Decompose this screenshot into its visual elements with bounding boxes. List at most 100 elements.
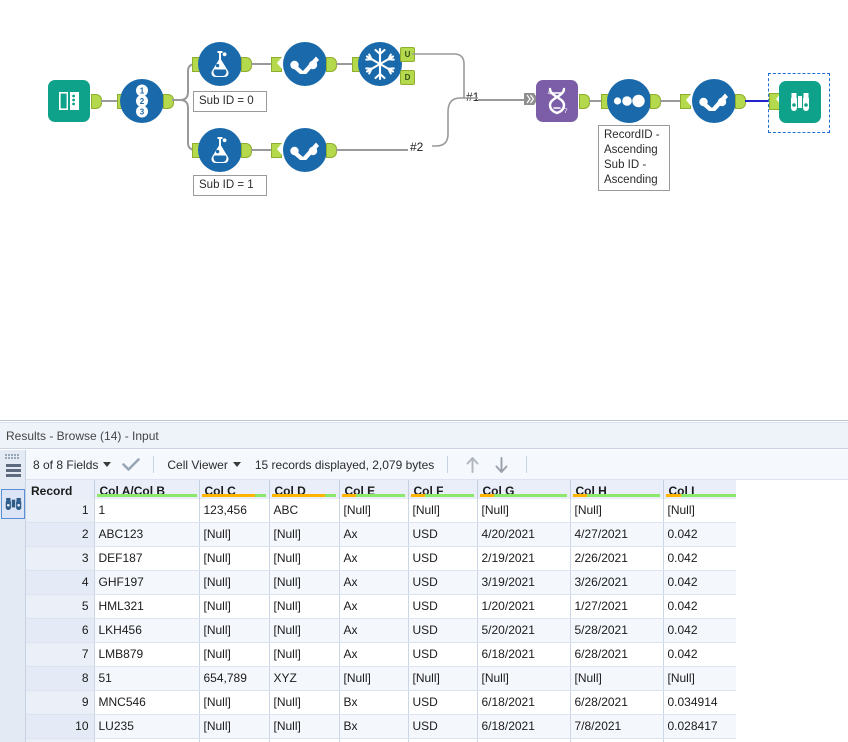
column-header-record[interactable]: Record — [26, 480, 95, 499]
table-cell[interactable]: [Null] — [199, 546, 270, 571]
table-cell[interactable]: [Null] — [570, 499, 664, 523]
table-row[interactable]: 2 ABC123 [Null] [Null] Ax USD 4/20/2021 4/27/20… — [26, 522, 736, 547]
table-cell[interactable]: [Null] — [339, 666, 409, 691]
table-cell[interactable]: LU235 — [94, 714, 200, 739]
table-cell[interactable]: [Null] — [269, 618, 340, 643]
scroll-down-button[interactable] — [487, 456, 516, 474]
table-cell[interactable]: 4/20/2021 — [477, 522, 571, 547]
table-cell[interactable]: 3/26/2021 — [570, 570, 664, 595]
table-cell[interactable]: USD — [408, 546, 478, 571]
anchor-in-select-final[interactable] — [680, 94, 691, 109]
table-cell[interactable]: [Null] — [269, 594, 340, 619]
table-cell[interactable]: [Null] — [269, 714, 340, 739]
table-cell[interactable]: USD — [408, 690, 478, 715]
table-cell[interactable]: USD — [408, 618, 478, 643]
table-cell[interactable]: 2/26/2021 — [570, 546, 664, 571]
table-cell[interactable]: [Null] — [199, 594, 270, 619]
table-cell[interactable]: USD — [408, 570, 478, 595]
tool-formula-bottom[interactable] — [198, 128, 242, 172]
table-cell[interactable]: 6/28/2021 — [570, 642, 664, 667]
table-row[interactable]: 3 DEF187 [Null] [Null] Ax USD 2/19/2021 2/26/20… — [26, 546, 736, 571]
table-cell[interactable]: Ax — [339, 546, 409, 571]
tool-input-data[interactable] — [48, 80, 90, 122]
cell-viewer-dropdown[interactable]: Cell Viewer — [164, 450, 248, 480]
table-cell[interactable]: 0.042 — [663, 618, 736, 643]
table-cell[interactable]: 4/27/2021 — [570, 522, 664, 547]
table-cell[interactable]: [Null] — [199, 618, 270, 643]
table-cell[interactable]: USD — [408, 594, 478, 619]
workflow-canvas[interactable]: 1 2 3 Sub ID = 0 Sub ID = 1 U D #1 #2 4 … — [0, 0, 848, 420]
table-cell[interactable]: Bx — [339, 738, 409, 742]
column-header-col-e[interactable]: Col E — [339, 480, 409, 499]
table-row[interactable]: 8 51 654,789 XYZ [Null] [Null] [Null] [Null] [Nu… — [26, 666, 736, 691]
table-cell[interactable]: 2/19/2021 — [477, 546, 571, 571]
table-cell[interactable]: [Null] — [663, 499, 736, 523]
table-row[interactable]: 7 LMB879 [Null] [Null] Ax USD 6/18/2021 6/28/20… — [26, 642, 736, 667]
anchor-in-select-bottom[interactable] — [271, 143, 282, 158]
table-cell[interactable]: USD — [408, 522, 478, 547]
tool-select-bottom[interactable] — [283, 128, 327, 172]
table-cell[interactable]: 0.042 — [663, 522, 736, 547]
sidebar-list-view-button[interactable] — [1, 456, 25, 486]
table-cell[interactable]: 0.042 — [663, 594, 736, 619]
table-cell[interactable]: [Null] — [269, 642, 340, 667]
column-header-col-c[interactable]: Col C — [199, 480, 270, 499]
column-header-col-d[interactable]: Col D — [269, 480, 340, 499]
table-cell[interactable]: [Null] — [269, 570, 340, 595]
table-cell[interactable]: 1/20/2021 — [477, 594, 571, 619]
table-cell[interactable]: 0.042 — [663, 570, 736, 595]
table-cell[interactable]: 3/19/2021 — [477, 570, 571, 595]
table-cell[interactable]: 0.042 — [663, 546, 736, 571]
table-cell[interactable]: [Null] — [199, 714, 270, 739]
table-cell[interactable]: [Null] — [199, 642, 270, 667]
tool-formula-top[interactable] — [198, 42, 242, 86]
table-cell[interactable]: 51 — [94, 666, 200, 691]
table-cell[interactable]: 6/28/2021 — [570, 690, 664, 715]
table-cell[interactable]: [Null] — [570, 666, 664, 691]
table-cell[interactable]: 0.034914 — [663, 690, 736, 715]
table-cell[interactable]: 5/28/2021 — [570, 618, 664, 643]
table-cell[interactable]: 1 — [94, 499, 200, 523]
scroll-up-button[interactable] — [458, 456, 487, 474]
table-cell[interactable]: 6/28/2021 — [570, 738, 664, 742]
table-cell[interactable]: [Null] — [663, 666, 736, 691]
tool-union[interactable]: 4 7 — [536, 80, 578, 122]
table-cell[interactable]: MNC546 — [94, 690, 200, 715]
table-cell[interactable]: ABC — [269, 499, 340, 523]
table-cell[interactable]: [Null] — [199, 690, 270, 715]
anchor-in-select-top[interactable] — [271, 57, 282, 72]
tool-unique[interactable] — [358, 42, 402, 86]
table-cell[interactable]: [Null] — [269, 522, 340, 547]
apply-fields-button[interactable] — [119, 450, 143, 480]
table-cell[interactable]: [Null] — [408, 499, 478, 523]
table-cell[interactable]: 6/18/2021 — [477, 738, 571, 742]
table-row[interactable]: 5 HML321 [Null] [Null] Ax USD 1/20/2021 1/27/20… — [26, 594, 736, 619]
table-row[interactable]: 4 GHF197 [Null] [Null] Ax USD 3/19/2021 3/26/20… — [26, 570, 736, 595]
table-cell[interactable]: DEF187 — [94, 546, 200, 571]
table-cell[interactable]: LKH456 — [94, 618, 200, 643]
table-cell[interactable]: Ax — [339, 594, 409, 619]
table-cell[interactable]: Ax — [339, 570, 409, 595]
table-cell[interactable]: [Null] — [199, 570, 270, 595]
table-row[interactable]: 9 MNC546 [Null] [Null] Bx USD 6/18/2021 6/28/20… — [26, 690, 736, 715]
table-cell[interactable]: 1/27/2021 — [570, 594, 664, 619]
table-cell[interactable]: 6/18/2021 — [477, 642, 571, 667]
table-cell[interactable]: Ax — [339, 618, 409, 643]
table-cell[interactable]: Ax — [339, 642, 409, 667]
table-cell[interactable]: [Null] — [477, 666, 571, 691]
table-cell[interactable]: 0.002449 — [663, 738, 736, 742]
table-cell[interactable]: Bx — [339, 714, 409, 739]
table-row[interactable]: 11NY985[Null][Null]BxUSD6/18/20216/28/20… — [26, 738, 736, 742]
table-cell[interactable]: [Null] — [477, 499, 571, 523]
table-cell[interactable]: [Null] — [269, 690, 340, 715]
table-cell[interactable]: [Null] — [408, 666, 478, 691]
table-cell[interactable]: 0.028417 — [663, 714, 736, 739]
column-header-col-a-col-b[interactable]: Col A/Col B — [94, 480, 200, 499]
table-cell[interactable]: NY985 — [94, 738, 200, 742]
column-header-col-i[interactable]: Col I — [663, 480, 736, 499]
table-cell[interactable]: [Null] — [269, 738, 340, 742]
table-cell[interactable]: [Null] — [199, 738, 270, 742]
table-cell[interactable]: GHF197 — [94, 570, 200, 595]
table-cell[interactable]: LMB879 — [94, 642, 200, 667]
table-row[interactable]: 6 LKH456 [Null] [Null] Ax USD 5/20/2021 5/28/20… — [26, 618, 736, 643]
